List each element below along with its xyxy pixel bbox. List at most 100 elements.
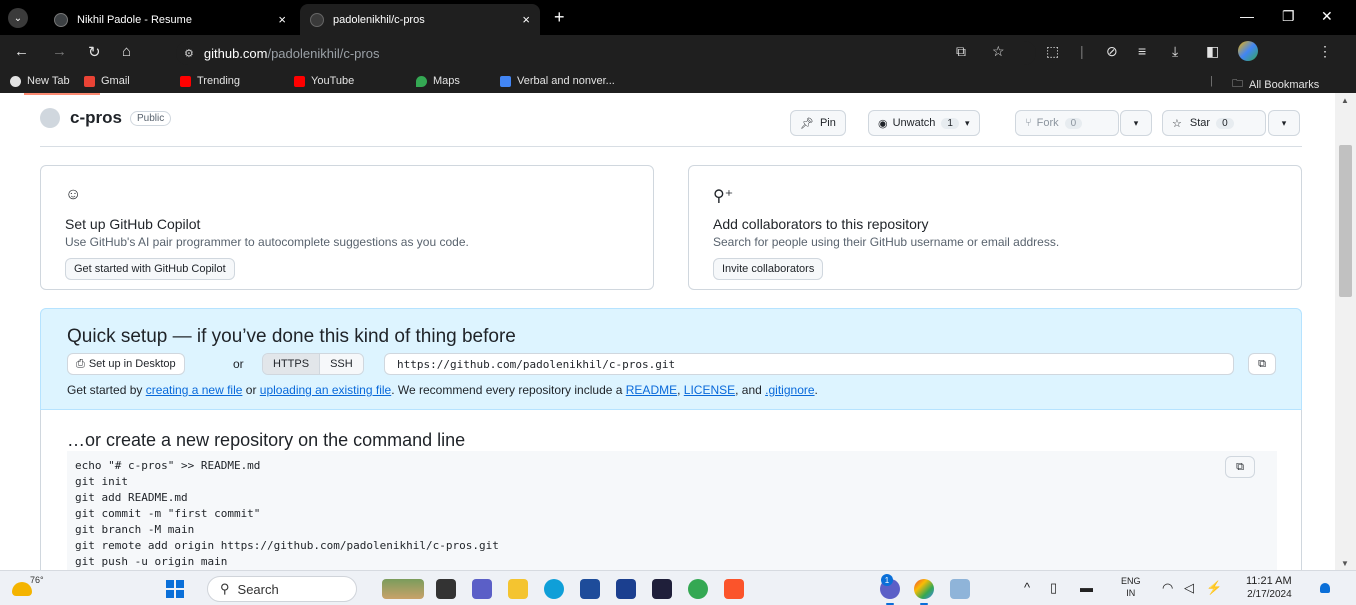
task-view-icon[interactable] [436,579,456,599]
scroll-up-icon[interactable]: ▲ [1341,96,1349,105]
readme-link[interactable]: README [626,383,677,397]
ssh-tab[interactable]: SSH [319,354,363,374]
back-icon[interactable]: ← [14,43,29,60]
chevron-up-icon[interactable]: ^ [1024,580,1030,595]
windows-taskbar: 76° ⚲ Search 1 ^ ▯ ▬ ENG IN ◠ ◁ ⚡ 11:21 … [0,570,1356,605]
download-icon[interactable]: ⤓ [1172,43,1178,60]
power-icon[interactable]: ⚡ [1206,580,1222,596]
repo-name[interactable]: c-pros [70,108,122,128]
copy-url-button[interactable]: ⧉ [1248,353,1276,375]
new-tab-button[interactable]: + [554,7,565,28]
fork-dropdown-button[interactable]: ▾ [1120,110,1152,136]
l-app-icon[interactable] [616,579,636,599]
wifi-icon[interactable]: ◠ [1162,580,1173,596]
unwatch-button[interactable]: ◉ Unwatch 1 ▾ [868,110,980,136]
bookmark-star-icon[interactable]: ☆ [992,43,1005,60]
gitignore-link[interactable]: .gitignore [765,383,814,397]
close-window-button[interactable]: ✕ [1321,8,1333,25]
chrome-icon[interactable] [688,579,708,599]
menu-icon[interactable]: ⋮ [1318,43,1332,60]
all-bookmarks[interactable]: 🗀 All Bookmarks [1232,75,1319,94]
side-panel-icon[interactable]: ◧ [1206,43,1219,60]
pin-button[interactable]: 📌︎ Pin [790,110,846,136]
close-tab-icon[interactable]: × [278,12,286,27]
eye-icon: ◉ [878,117,888,130]
bookmark-gmail[interactable]: Gmail [84,75,130,87]
bookmarks-bar: New Tab Gmail Trending YouTube Maps Verb… [0,71,1356,93]
active-nav-underline [24,93,100,95]
header-divider [40,146,1302,147]
star-button[interactable]: ☆ Star 0 [1162,110,1266,136]
quick-setup-panel: Quick setup — if you’ve done this kind o… [40,308,1302,410]
weather-widget[interactable]: 76° [10,574,44,602]
profile-avatar[interactable] [1238,41,1258,61]
copilot-icon: ☺ [65,186,82,203]
copy-commands-button[interactable]: ⧉ [1225,456,1255,478]
fork-button[interactable]: ⑂ Fork 0 [1015,110,1119,136]
battery-saver-icon[interactable]: ▯ [1050,580,1057,596]
restore-button[interactable]: ❐ [1282,8,1295,25]
dropbox-icon[interactable] [652,579,672,599]
owner-avatar[interactable] [40,108,60,128]
notification-bell-icon[interactable] [1320,583,1330,593]
file-explorer-icon[interactable] [508,579,528,599]
quick-setup-title: Quick setup — if you’ve done this kind o… [67,326,516,347]
site-info-icon[interactable]: ⚙ [184,47,194,60]
bookmark-label: Trending [197,75,241,87]
invite-collaborators-button[interactable]: Invite collaborators [713,258,824,280]
upload-file-link[interactable]: uploading an existing file [260,383,391,397]
create-new-file-link[interactable]: creating a new file [146,383,243,397]
volume-icon[interactable]: ◁ [1184,580,1194,596]
reload-icon[interactable]: ↻ [88,43,101,61]
bookmark-trending[interactable]: Trending [180,75,240,87]
code-line: git commit -m "first commit" [75,507,261,520]
system-clock[interactable]: 11:21 AM 2/17/2024 [1246,574,1292,602]
taskbar-search[interactable]: ⚲ Search [207,576,357,602]
extension-2-icon[interactable]: ⊘ [1106,43,1118,60]
star-dropdown-button[interactable]: ▾ [1268,110,1300,136]
keyboard-icon[interactable]: ▬ [1080,580,1093,595]
bing-image-icon[interactable] [382,579,424,599]
setup-desktop-button[interactable]: ⎙ Set up in Desktop [67,353,185,375]
https-tab[interactable]: HTTPS [263,354,320,374]
language-indicator[interactable]: ENG IN [1121,575,1141,599]
tab-search-button[interactable]: ⌄ [8,8,28,28]
visibility-badge: Public [129,110,172,126]
reading-list-icon[interactable]: ≡ [1138,43,1146,59]
teams-icon[interactable] [472,579,492,599]
windows-start-button[interactable] [166,580,184,598]
folder-icon: 🗀 [1232,78,1243,90]
minimize-button[interactable]: — [1240,8,1254,24]
pin-icon: 📌︎ [800,117,814,130]
edge-icon[interactable] [544,579,564,599]
extension-icon[interactable]: ⬚ [1046,43,1059,60]
youtube-icon [294,75,305,87]
license-link[interactable]: LICENSE [684,383,735,397]
maps-pin-icon [416,75,427,87]
scroll-down-icon[interactable]: ▼ [1341,559,1349,568]
get-started-copilot-button[interactable]: Get started with GitHub Copilot [65,258,235,280]
bookmark-new-tab[interactable]: New Tab [10,75,70,87]
home-icon[interactable]: ⌂ [122,43,131,60]
desktop-download-icon: ⎙ [76,357,85,370]
chrome-active-icon[interactable] [914,579,934,605]
brave-icon[interactable] [724,579,744,599]
tab-resume[interactable]: Nikhil Padole - Resume × [44,4,296,35]
close-tab-icon[interactable]: × [522,12,530,27]
tab-title: padolenikhil/c-pros [333,13,425,26]
scrollbar-thumb[interactable] [1339,145,1352,297]
photos-icon[interactable] [950,579,970,599]
command-line-title: …or create a new repository on the comma… [67,430,466,450]
bookmark-maps[interactable]: Maps [416,75,460,87]
chevron-down-icon: ▾ [1133,117,1139,128]
tab-github-repo[interactable]: padolenikhil/c-pros × [300,4,540,35]
address-bar[interactable]: ⚙ github.com /padolenikhil/c-pros [176,41,1036,65]
forward-icon[interactable]: → [52,43,67,60]
install-app-icon[interactable]: ⧉ [956,43,966,60]
bookmark-verbal[interactable]: Verbal and nonver... [500,75,615,87]
store-icon[interactable] [580,579,600,599]
repo-header: c-pros Public [40,108,172,128]
clone-url-input[interactable]: https://github.com/padolenikhil/c-pros.g… [384,353,1234,375]
chevron-down-icon: ▾ [1281,117,1287,128]
bookmark-youtube[interactable]: YouTube [294,75,354,87]
